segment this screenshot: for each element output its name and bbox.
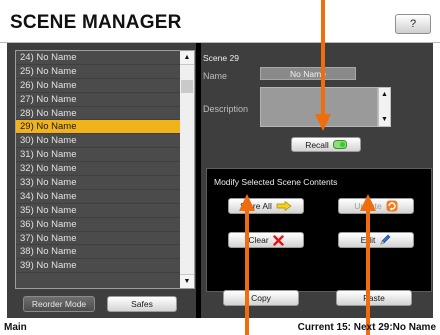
scene-row[interactable]: 25) No Name: [16, 65, 180, 79]
main-area: 24) No Name 25) No Name 26) No Name 27) No …: [7, 43, 433, 318]
scene-row[interactable]: 39) No Name: [16, 259, 180, 274]
scene-details-panel: Scene 29 Name No Name Description ▲ ▼ Re…: [201, 43, 433, 318]
scene-row[interactable]: 33) No Name: [16, 176, 180, 190]
reorder-mode-label: Reorder Mode: [31, 299, 87, 309]
scene-row[interactable]: 34) No Name: [16, 190, 180, 204]
page-title: SCENE MANAGER: [10, 12, 182, 33]
description-scrollbar[interactable]: ▲ ▼: [378, 87, 391, 127]
scene-name-field[interactable]: No Name: [260, 67, 356, 80]
scene-list-scrollbar[interactable]: ▲ ▼: [180, 51, 194, 288]
footer-main-label: Main: [4, 322, 27, 333]
copy-button[interactable]: Copy: [223, 290, 299, 306]
safes-label: Safes: [131, 299, 153, 309]
clear-label: Clear: [248, 235, 269, 245]
title-bar: SCENE MANAGER ?: [0, 0, 440, 43]
red-x-icon: [272, 234, 284, 246]
reorder-mode-button[interactable]: Reorder Mode: [23, 296, 95, 312]
help-button[interactable]: ?: [395, 14, 431, 34]
description-field[interactable]: [260, 87, 378, 127]
copy-label: Copy: [251, 293, 271, 303]
scroll-up-icon[interactable]: ▲: [180, 51, 194, 65]
recall-label: Recall: [305, 139, 329, 150]
scene-row[interactable]: 38) No Name: [16, 245, 180, 260]
scene-list-panel: 24) No Name 25) No Name 26) No Name 27) No …: [7, 43, 196, 318]
update-button[interactable]: Update: [338, 198, 414, 214]
modify-title: Modify Selected Scene Contents: [214, 177, 338, 187]
scene-row[interactable]: 27) No Name: [16, 93, 180, 107]
modify-scene-panel: Modify Selected Scene Contents Store All…: [206, 168, 432, 292]
paste-label: Paste: [363, 293, 385, 303]
scene-row[interactable]: 26) No Name: [16, 79, 180, 93]
edit-button[interactable]: Edit: [338, 232, 414, 248]
recall-button[interactable]: Recall: [291, 137, 361, 152]
scroll-up-icon[interactable]: ▲: [379, 88, 390, 101]
scene-id: Scene 29: [203, 53, 239, 63]
scene-row[interactable]: 24) No Name: [16, 51, 180, 65]
blue-pencil-icon: [379, 234, 391, 246]
footer-scene-status: Current 15: Next 29:No Name: [297, 322, 436, 333]
scroll-down-icon[interactable]: ▼: [379, 113, 390, 126]
store-all-label: Store All: [240, 201, 272, 211]
scene-row[interactable]: 37) No Name: [16, 232, 180, 246]
scene-list: 24) No Name 25) No Name 26) No Name 27) No …: [15, 50, 195, 289]
green-led-icon: [332, 140, 347, 149]
scene-row[interactable]: 35) No Name: [16, 204, 180, 218]
scene-row[interactable]: 30) No Name: [16, 134, 180, 149]
scroll-thumb[interactable]: [181, 80, 193, 93]
scene-row-selected[interactable]: 29) No Name: [16, 120, 180, 135]
edit-label: Edit: [360, 235, 376, 245]
scene-row[interactable]: 32) No Name: [16, 162, 180, 177]
orange-refresh-icon: [386, 200, 398, 212]
safes-button[interactable]: Safes: [107, 296, 177, 312]
name-label: Name: [203, 71, 228, 81]
clear-button[interactable]: Clear: [228, 232, 304, 248]
scene-row[interactable]: 28) No Name: [16, 107, 180, 121]
scene-row[interactable]: 31) No Name: [16, 148, 180, 163]
paste-button[interactable]: Paste: [336, 290, 412, 306]
description-label: Description: [203, 104, 249, 114]
scene-row[interactable]: 36) No Name: [16, 218, 180, 232]
update-label: Update: [354, 201, 382, 211]
scene-list-rows: 24) No Name 25) No Name 26) No Name 27) No …: [16, 51, 180, 288]
scroll-down-icon[interactable]: ▼: [180, 274, 194, 288]
store-all-button[interactable]: Store All: [228, 198, 304, 214]
yellow-arrow-icon: [276, 201, 292, 211]
